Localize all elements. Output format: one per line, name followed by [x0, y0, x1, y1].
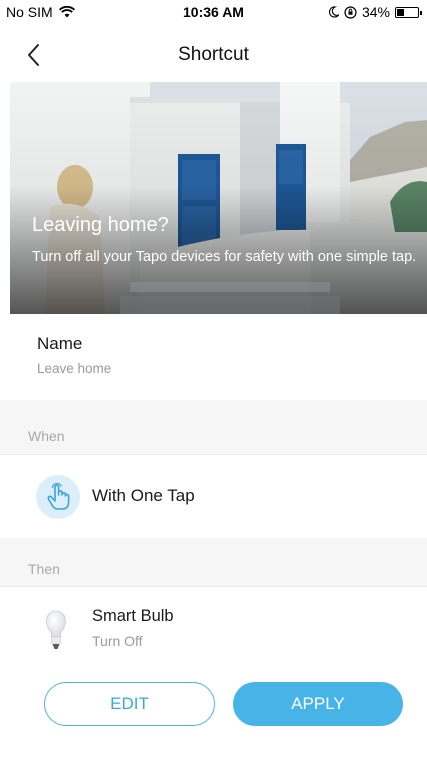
hero-title: Leaving home?	[32, 214, 169, 236]
name-label: Name	[37, 334, 83, 353]
hero-illustration	[10, 82, 427, 314]
device-action: Turn Off	[92, 633, 143, 649]
trigger-label: With One Tap	[92, 486, 195, 505]
action-row[interactable]: Smart Bulb Turn Off	[0, 586, 427, 766]
when-header: When	[0, 410, 427, 454]
edit-button[interactable]: EDIT	[44, 682, 215, 726]
nav-bar: Shortcut	[0, 30, 427, 80]
battery-fill	[397, 8, 404, 16]
name-value: Leave home	[37, 361, 112, 376]
battery-icon	[395, 6, 422, 18]
apply-button[interactable]: APPLY	[233, 682, 403, 726]
status-right: 34%	[328, 4, 422, 20]
battery-percent: 34%	[361, 4, 390, 20]
hero-banner: Leaving home? Turn off all your Tapo dev…	[10, 82, 427, 314]
trigger-row[interactable]: With One Tap	[0, 454, 427, 538]
bulb-icon	[44, 609, 68, 653]
orientation-lock-icon	[344, 5, 357, 19]
then-header: Then	[0, 548, 427, 586]
when-header-label: When	[28, 428, 65, 444]
then-header-label: Then	[28, 561, 60, 577]
moon-icon	[328, 6, 339, 18]
device-name: Smart Bulb	[92, 607, 174, 625]
hero-description: Turn off all your Tapo devices for safet…	[32, 249, 417, 265]
name-section[interactable]: Name Leave home	[0, 314, 427, 400]
page-title: Shortcut	[178, 44, 249, 65]
status-bar: No SIM 10:36 AM 34%	[0, 0, 427, 24]
tap-hand-icon	[36, 475, 80, 519]
